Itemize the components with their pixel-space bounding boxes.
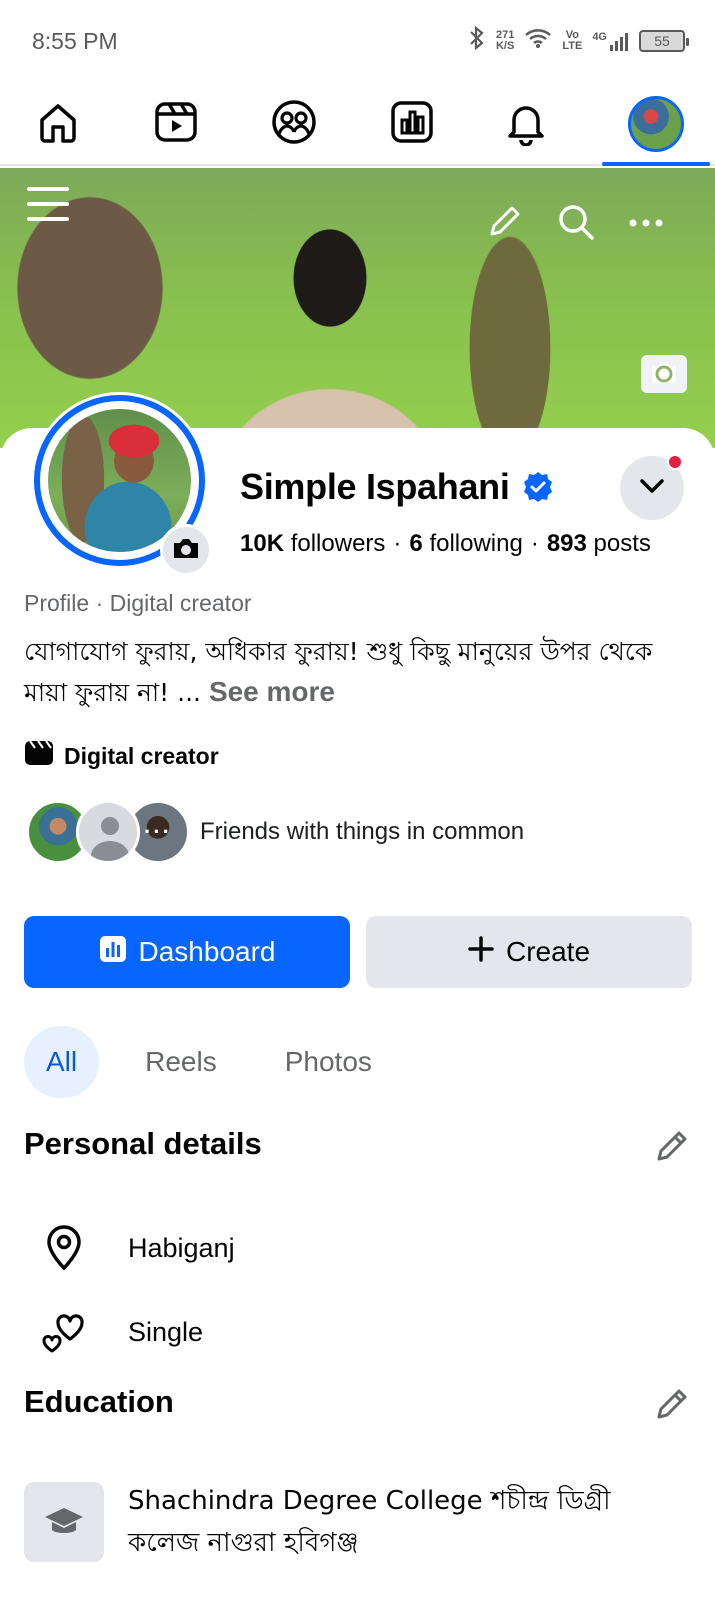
posts-stat[interactable]: 893 posts	[547, 530, 651, 557]
active-tab-indicator	[602, 162, 710, 166]
plus-icon	[468, 935, 494, 969]
nav-reels[interactable]	[146, 94, 206, 154]
tab-all[interactable]: All	[24, 1026, 100, 1098]
bluetooth-icon	[468, 25, 486, 55]
video-icon	[152, 98, 200, 151]
profile-name: Simple Ispahani	[240, 466, 510, 507]
nav-friends[interactable]	[264, 94, 324, 154]
home-icon	[34, 98, 82, 151]
hamburger-menu-icon	[27, 185, 69, 228]
menu-button[interactable]	[26, 186, 70, 226]
nav-dashboard[interactable]	[382, 94, 442, 154]
profile-name-row: Simple Ispahani	[240, 466, 554, 508]
volte-indicator: Vo LTE	[562, 28, 583, 52]
nav-home[interactable]	[28, 94, 88, 154]
more-options-button[interactable]	[626, 204, 666, 244]
nav-notifications[interactable]	[496, 94, 556, 154]
pencil-icon	[486, 204, 522, 245]
edit-profile-picture-button[interactable]	[160, 524, 212, 576]
profile-avatar-small	[628, 96, 684, 152]
profile-stats: 10K followers · 6 following · 893 posts	[240, 530, 651, 557]
signal-icon: 4G	[592, 31, 629, 51]
camera-icon	[649, 359, 679, 390]
friends-icon	[270, 98, 318, 151]
location-text: Habiganj	[128, 1232, 235, 1263]
pencil-icon	[654, 1131, 690, 1168]
edit-cover-button[interactable]	[641, 355, 687, 393]
mutual-friends-row[interactable]: ··· Friends with things in common	[26, 800, 524, 864]
clapperboard-icon	[24, 740, 54, 772]
nav-profile[interactable]	[626, 94, 686, 154]
edit-personal-details-button[interactable]	[654, 1128, 690, 1164]
content-tabs: All Reels Photos	[24, 1026, 394, 1098]
location-row: Habiganj	[40, 1224, 235, 1272]
battery-indicator: 55	[639, 29, 689, 52]
education-title: Education	[24, 1384, 174, 1419]
status-bar: 8:55 PM 271 K/S Vo LTE 4G 55	[0, 0, 715, 82]
friend-avatar	[76, 800, 140, 864]
friends-in-common-text: Friends with things in common	[200, 818, 525, 845]
network-speed: 271 K/S	[495, 28, 515, 52]
hearts-icon	[40, 1308, 88, 1356]
creator-label: Digital creator	[64, 742, 219, 769]
edit-education-button[interactable]	[654, 1386, 690, 1422]
camera-icon	[171, 535, 201, 566]
graduation-cap-icon	[24, 1482, 104, 1562]
verified-badge-icon	[522, 471, 554, 503]
bar-chart-icon	[388, 98, 436, 151]
status-time: 8:55 PM	[32, 28, 118, 54]
digital-creator-row: Digital creator	[24, 740, 219, 772]
school-name: Shachindra Degree College শচীন্দ্র ডিগ্র…	[128, 1486, 611, 1558]
notification-dot	[667, 454, 683, 470]
tab-photos[interactable]: Photos	[263, 1026, 394, 1098]
more-dots-icon	[628, 215, 664, 233]
profile-category: Profile · Digital creator	[24, 590, 252, 616]
search-icon	[557, 203, 595, 246]
followers-stat[interactable]: 10K followers	[240, 530, 385, 557]
top-navigation	[0, 82, 715, 166]
dashboard-label: Dashboard	[138, 936, 276, 967]
profile-bio: যোগাযোগ ফুরায়, অধিকার ফুরায়! শুধু কিছু…	[24, 632, 684, 713]
relationship-text: Single	[128, 1316, 204, 1347]
tab-reels[interactable]: Reels	[123, 1026, 239, 1098]
bell-icon	[502, 98, 550, 151]
dashboard-button[interactable]: Dashboard	[24, 916, 350, 988]
personal-details-title: Personal details	[24, 1126, 262, 1161]
pencil-icon	[654, 1389, 690, 1426]
bar-chart-icon	[99, 935, 127, 970]
bio-text: যোগাযোগ ফুরায়, অধিকার ফুরায়! শুধু কিছু…	[24, 637, 653, 707]
education-item[interactable]: Shachindra Degree College শচীন্দ্র ডিগ্র…	[24, 1482, 658, 1564]
relationship-row: Single	[40, 1308, 203, 1356]
wifi-icon	[524, 27, 552, 54]
create-button[interactable]: Create	[366, 916, 692, 988]
see-more-link[interactable]: See more	[209, 676, 335, 707]
location-pin-icon	[40, 1224, 88, 1272]
edit-profile-button[interactable]	[484, 204, 524, 244]
chevron-down-icon	[639, 478, 665, 499]
following-stat[interactable]: 6 following	[409, 530, 522, 557]
status-icons: 271 K/S Vo LTE 4G 55	[468, 25, 689, 55]
create-label: Create	[505, 936, 591, 967]
search-button[interactable]	[556, 204, 596, 244]
